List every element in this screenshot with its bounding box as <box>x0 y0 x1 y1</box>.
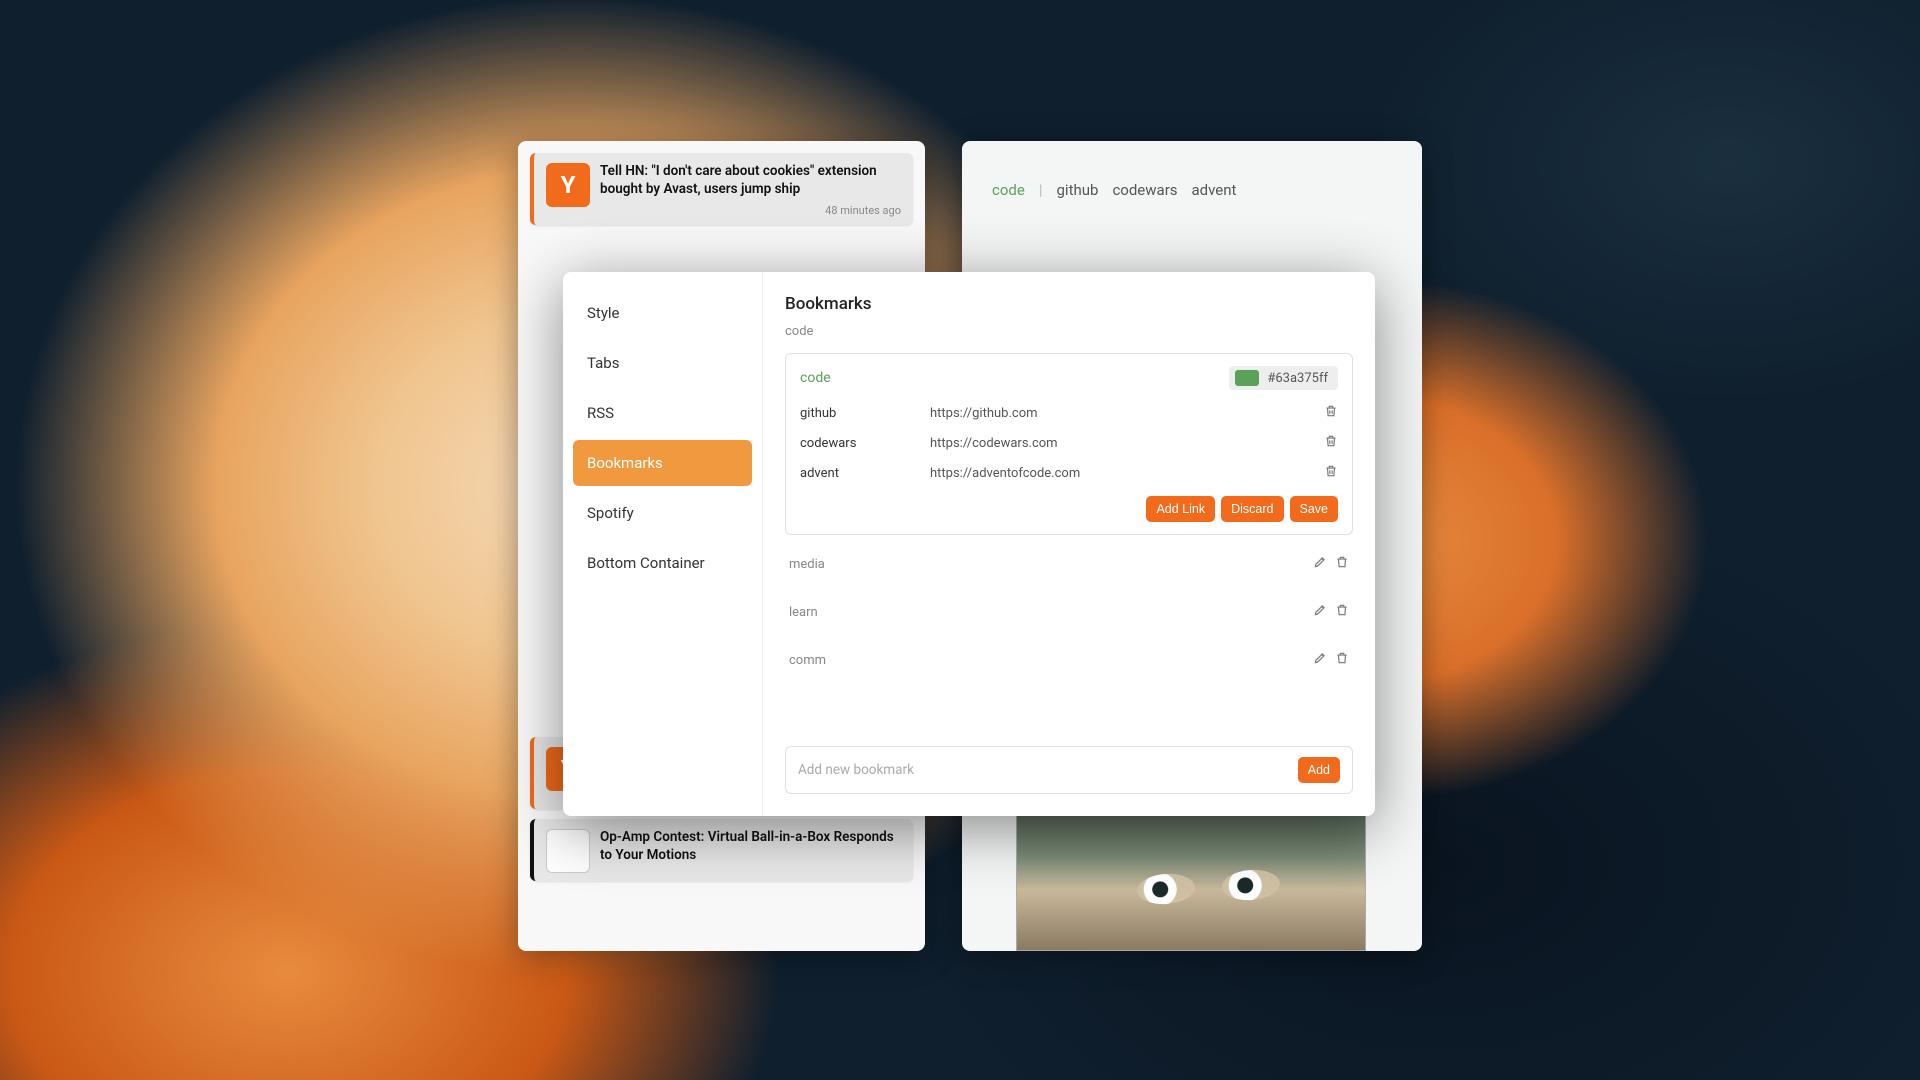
bookmark-group-nav: code | github codewars advent <box>992 181 1392 199</box>
group-name-field[interactable]: code <box>800 370 831 386</box>
add-link-button[interactable]: Add Link <box>1146 496 1215 522</box>
trash-icon[interactable] <box>1324 464 1338 482</box>
bookmark-group-row: media <box>785 545 1353 583</box>
link-row: github https://github.com <box>800 398 1338 428</box>
sidebar-item-rss[interactable]: RSS <box>573 390 752 436</box>
color-hex: #63a375ff <box>1267 371 1328 386</box>
link-url[interactable]: https://codewars.com <box>930 436 1314 451</box>
edit-icon[interactable] <box>1313 651 1327 669</box>
bookmark-link[interactable]: github <box>1057 181 1099 199</box>
trash-icon[interactable] <box>1335 603 1349 621</box>
group-color-field[interactable]: #63a375ff <box>1229 366 1338 390</box>
add-button[interactable]: Add <box>1298 757 1340 783</box>
save-button[interactable]: Save <box>1290 496 1339 522</box>
page-title: Bookmarks <box>785 294 1353 314</box>
hackaday-icon <box>546 829 590 873</box>
feed-title: Tell HN: "I don't care about cookies" ex… <box>600 163 901 198</box>
bookmark-group-row: comm <box>785 641 1353 679</box>
add-bookmark-input[interactable]: Add new bookmark <box>798 762 914 778</box>
preview-image <box>1016 815 1366 951</box>
edit-icon[interactable] <box>1313 603 1327 621</box>
link-name[interactable]: advent <box>800 466 930 481</box>
group-label: comm <box>789 653 826 668</box>
feed-item[interactable]: Op-Amp Contest: Virtual Ball-in-a-Box Re… <box>530 819 913 881</box>
link-row: advent https://adventofcode.com <box>800 458 1338 488</box>
sidebar-item-tabs[interactable]: Tabs <box>573 340 752 386</box>
settings-modal: Style Tabs RSS Bookmarks Spotify Bottom … <box>563 272 1375 816</box>
link-name[interactable]: github <box>800 406 930 421</box>
sidebar-item-style[interactable]: Style <box>573 290 752 336</box>
page-subtitle: code <box>785 324 1353 339</box>
color-swatch-icon <box>1235 370 1259 386</box>
settings-sidebar: Style Tabs RSS Bookmarks Spotify Bottom … <box>563 272 763 816</box>
bookmark-group-active[interactable]: code <box>992 181 1025 199</box>
hn-icon: Y <box>546 163 590 207</box>
link-row: codewars https://codewars.com <box>800 428 1338 458</box>
feed-item[interactable]: Y Tell HN: "I don't care about cookies" … <box>530 153 913 225</box>
link-url[interactable]: https://github.com <box>930 406 1314 421</box>
trash-icon[interactable] <box>1335 555 1349 573</box>
feed-title: Op-Amp Contest: Virtual Ball-in-a-Box Re… <box>600 829 901 864</box>
edit-icon[interactable] <box>1313 555 1327 573</box>
bookmark-group-row: learn <box>785 593 1353 631</box>
sidebar-item-bookmarks[interactable]: Bookmarks <box>573 440 752 486</box>
trash-icon[interactable] <box>1324 404 1338 422</box>
sidebar-item-bottom-container[interactable]: Bottom Container <box>573 540 752 586</box>
bookmark-link[interactable]: codewars <box>1112 181 1177 199</box>
group-label: learn <box>789 605 818 620</box>
trash-icon[interactable] <box>1324 434 1338 452</box>
link-url[interactable]: https://adventofcode.com <box>930 466 1314 481</box>
bookmark-group-editor: code #63a375ff github https://github.com… <box>785 353 1353 535</box>
link-name[interactable]: codewars <box>800 436 930 451</box>
separator: | <box>1039 181 1043 199</box>
settings-content: Bookmarks code code #63a375ff github htt… <box>763 272 1375 816</box>
discard-button[interactable]: Discard <box>1221 496 1283 522</box>
feed-timestamp: 48 minutes ago <box>825 204 901 217</box>
sidebar-item-spotify[interactable]: Spotify <box>573 490 752 536</box>
add-bookmark-row: Add new bookmark Add <box>785 746 1353 794</box>
bookmark-link[interactable]: advent <box>1192 181 1237 199</box>
trash-icon[interactable] <box>1335 651 1349 669</box>
group-label: media <box>789 557 825 572</box>
